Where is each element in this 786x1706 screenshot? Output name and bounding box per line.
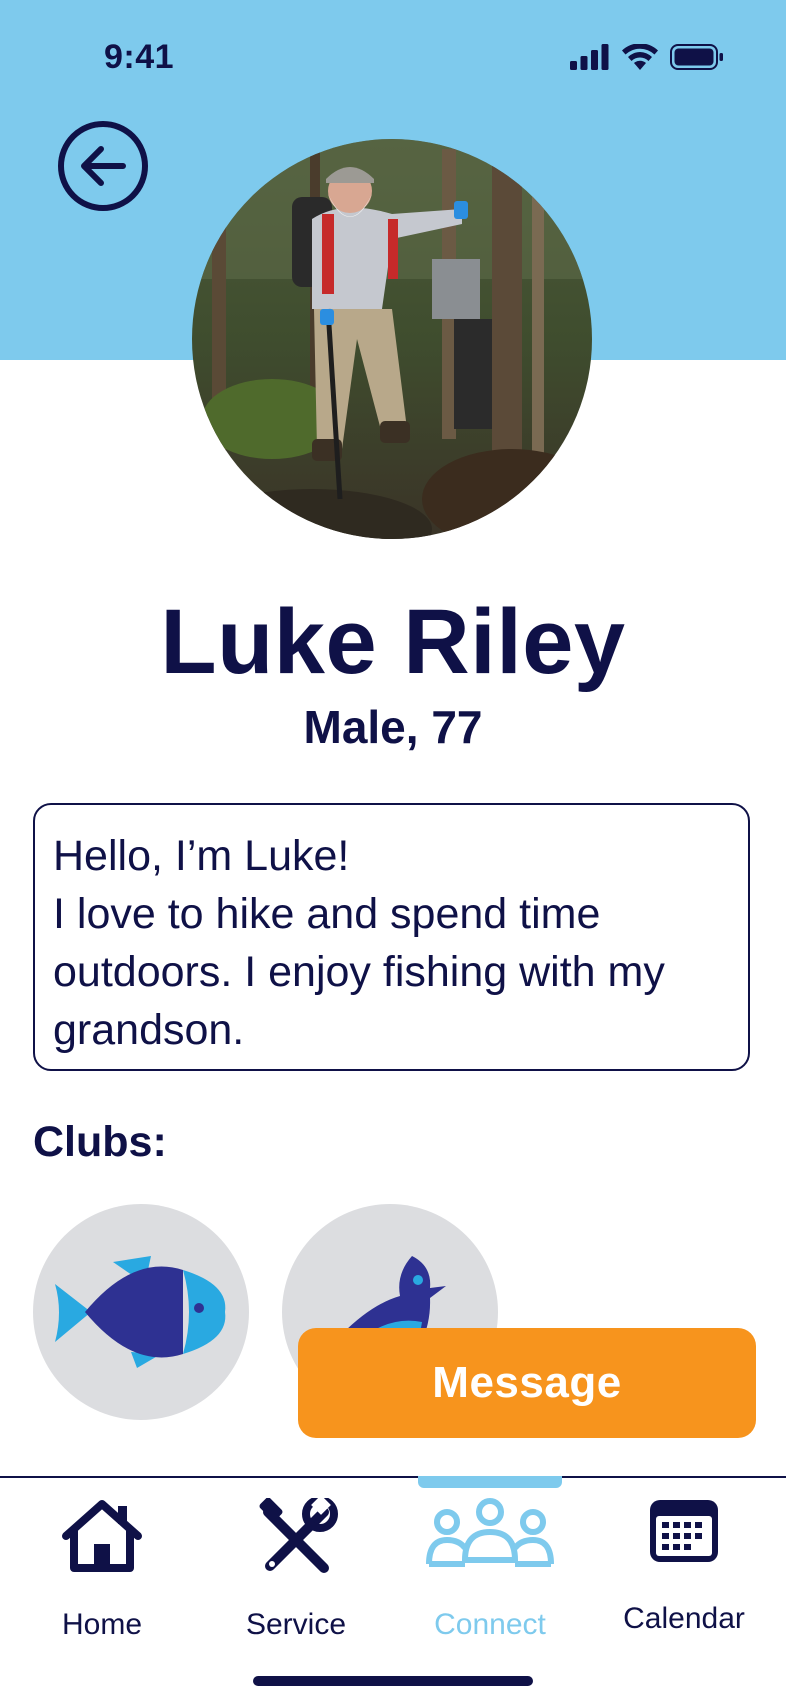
message-button[interactable]: Message	[298, 1328, 756, 1438]
wifi-icon	[622, 44, 658, 70]
tools-icon	[259, 1498, 338, 1573]
home-indicator	[253, 1676, 533, 1686]
profile-photo	[192, 139, 592, 539]
status-time: 9:41	[104, 38, 175, 76]
profile-gender-age: Male, 77	[303, 701, 483, 753]
people-icon	[426, 1498, 554, 1567]
bio-line: outdoors. I enjoy fishing with my	[53, 948, 665, 996]
tab-connect[interactable]: Connect	[392, 1478, 588, 1668]
calendar-icon	[650, 1500, 718, 1562]
tab-label: Service	[245, 1608, 347, 1641]
battery-icon	[670, 44, 723, 70]
arrow-left-circle-icon	[58, 121, 148, 211]
back-button[interactable]	[57, 120, 149, 212]
profile-name: Luke Riley	[160, 591, 626, 693]
tab-label: Calendar	[623, 1602, 745, 1635]
tab-home[interactable]: Home	[4, 1478, 200, 1668]
tab-label: Home	[61, 1608, 143, 1641]
fish-icon	[55, 1256, 226, 1368]
tab-service[interactable]: Service	[198, 1478, 394, 1668]
tab-bar: Home Service Connect Calendar	[0, 1476, 786, 1706]
bio-card: Hello, I’m Luke! I love to hike and spen…	[33, 803, 750, 1071]
status-icons	[570, 44, 724, 70]
tab-label: Connect	[434, 1608, 546, 1641]
clubs-heading: Clubs:	[33, 1118, 167, 1166]
home-icon	[62, 1500, 142, 1572]
bio-line: I love to hike and spend time	[53, 890, 601, 938]
tab-calendar[interactable]: Calendar	[586, 1478, 782, 1668]
bio-line: grandson.	[53, 1006, 245, 1054]
signal-icon	[570, 44, 609, 70]
hiker-photo-illustration	[192, 139, 592, 539]
bio-line: Hello, I’m Luke!	[53, 832, 350, 880]
club-fishing[interactable]	[33, 1204, 249, 1420]
